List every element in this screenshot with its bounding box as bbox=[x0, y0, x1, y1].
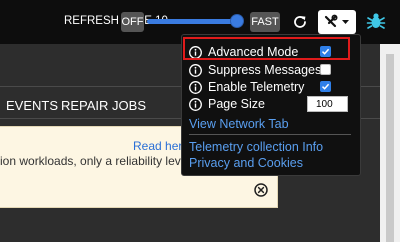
telemetry-info-link[interactable]: Telemetry collection Info bbox=[189, 140, 323, 154]
refresh-rate-slider-thumb[interactable] bbox=[230, 14, 244, 28]
menu-item-label: Enable Telemetry bbox=[208, 80, 305, 94]
scrollbar-thumb[interactable] bbox=[386, 54, 394, 242]
refresh-fast-button[interactable]: FAST bbox=[250, 12, 280, 32]
menu-item-label: Suppress Messages bbox=[208, 63, 322, 77]
enable-telemetry-checkbox[interactable] bbox=[320, 81, 331, 92]
notice-text: ion workloads, only a reliability level … bbox=[0, 154, 204, 168]
tab-repair-jobs[interactable]: REPAIR JOBS bbox=[61, 98, 146, 113]
menu-item-label: Advanced Mode bbox=[208, 45, 299, 59]
menu-item-page-size: Page Size bbox=[189, 96, 349, 113]
vertical-scrollbar[interactable] bbox=[380, 44, 400, 242]
menu-item-enable-telemetry[interactable]: Enable Telemetry bbox=[189, 80, 349, 96]
bug-icon[interactable] bbox=[366, 11, 386, 31]
info-icon bbox=[189, 46, 202, 59]
info-icon bbox=[189, 98, 202, 111]
menu-item-advanced-mode[interactable]: Advanced Mode bbox=[189, 45, 349, 61]
page-size-input[interactable] bbox=[307, 96, 348, 112]
menu-item-label: Page Size bbox=[208, 97, 265, 111]
checkmark-icon bbox=[321, 48, 330, 55]
checkmark-icon bbox=[321, 83, 330, 90]
tools-icon bbox=[324, 14, 349, 28]
view-network-tab-link[interactable]: View Network Tab bbox=[189, 117, 289, 131]
info-icon bbox=[189, 81, 202, 94]
chevron-down-icon bbox=[342, 20, 349, 24]
suppress-messages-checkbox[interactable] bbox=[320, 64, 331, 75]
info-icon bbox=[189, 64, 202, 77]
menu-divider bbox=[189, 134, 351, 135]
tab-events[interactable]: EVENTS bbox=[6, 98, 58, 113]
refresh-rate-slider[interactable] bbox=[147, 19, 243, 24]
refresh-off-button[interactable]: OFF bbox=[121, 12, 144, 32]
settings-dropdown-button[interactable] bbox=[318, 10, 356, 34]
menu-item-suppress-messages[interactable]: Suppress Messages bbox=[189, 63, 349, 79]
privacy-cookies-link[interactable]: Privacy and Cookies bbox=[189, 156, 303, 170]
close-icon[interactable] bbox=[254, 183, 268, 197]
advanced-mode-checkbox[interactable] bbox=[320, 46, 331, 57]
refresh-icon[interactable] bbox=[292, 14, 308, 30]
